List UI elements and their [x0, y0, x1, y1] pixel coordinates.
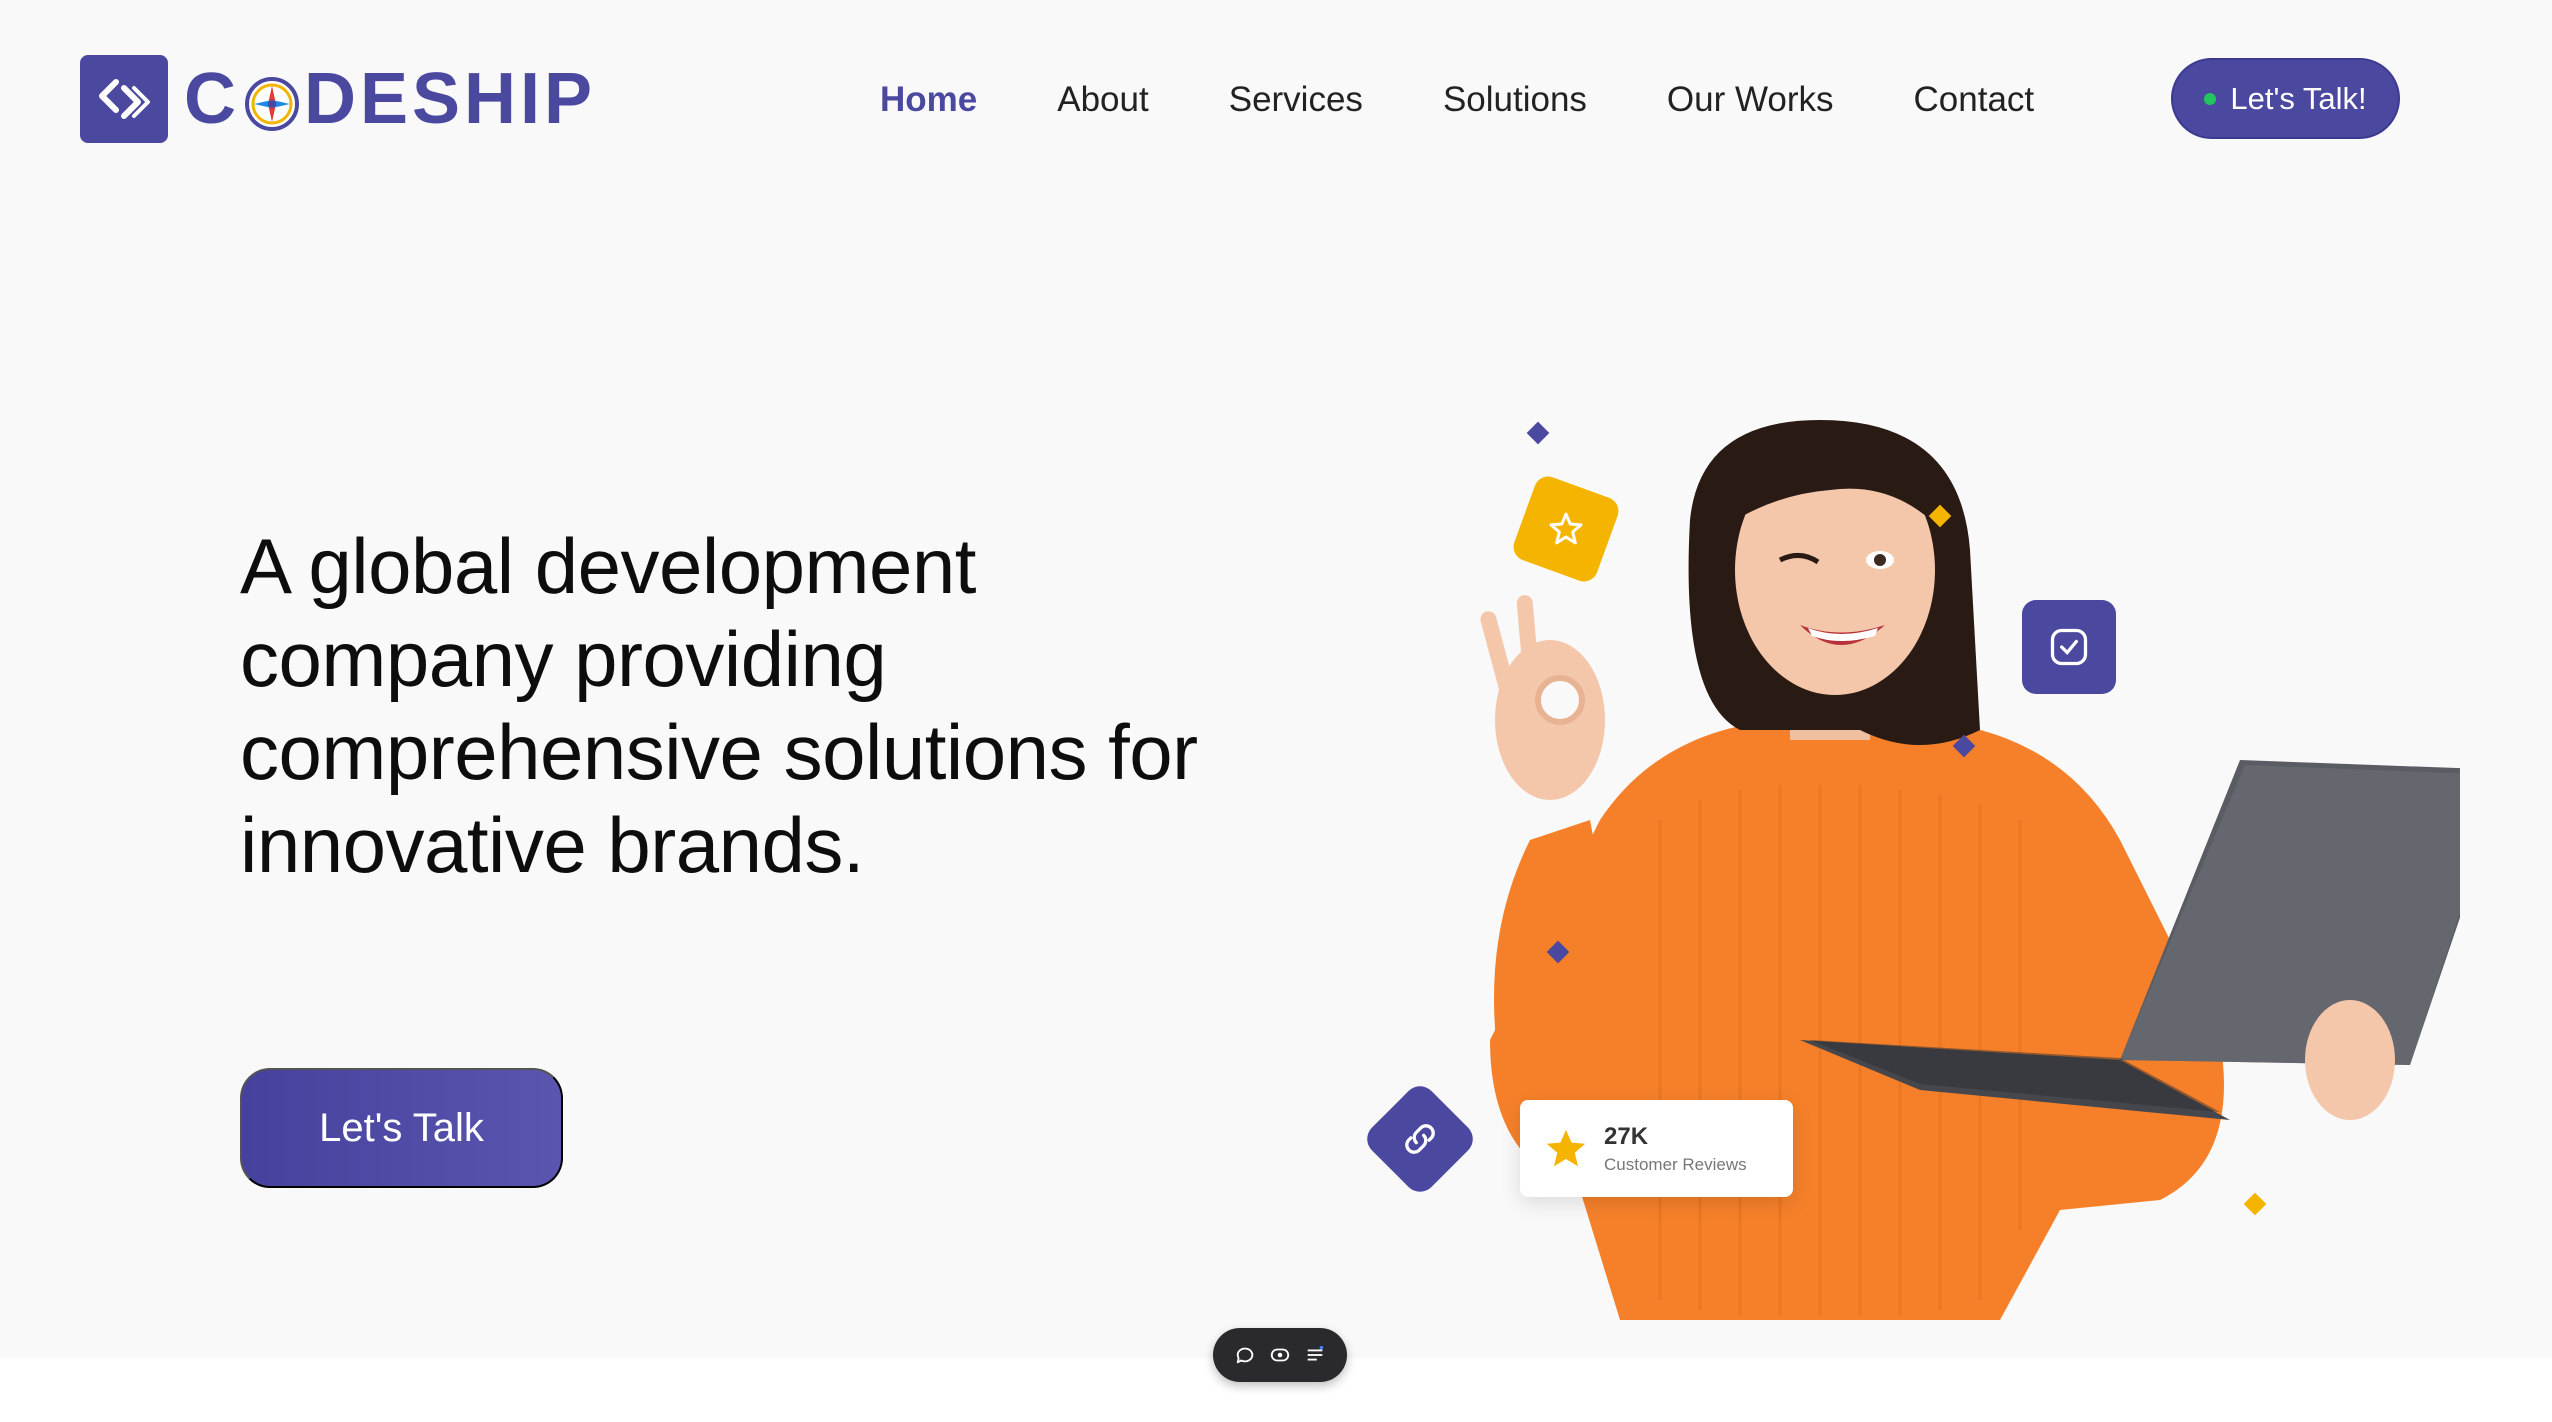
link-icon — [1398, 1117, 1442, 1161]
lets-talk-header-button[interactable]: Let's Talk! — [2171, 58, 2400, 139]
star-icon — [1546, 509, 1586, 549]
online-status-dot — [2204, 92, 2217, 105]
nav-item-our-works[interactable]: Our Works — [1667, 80, 1834, 120]
logo-arrows-icon — [80, 55, 168, 143]
main-nav: Home About Services Solutions Our Works … — [880, 70, 2114, 130]
hero-illustration: 27K Customer Reviews — [1360, 400, 2460, 1320]
hero-title: A global development company providing c… — [240, 522, 1198, 889]
nav-item-contact[interactable]: Contact — [1914, 80, 2035, 120]
reviews-label: Customer Reviews — [1604, 1154, 1747, 1174]
reviews-text: 27K Customer Reviews — [1604, 1123, 1747, 1175]
nav-item-services[interactable]: Services — [1229, 80, 1363, 120]
nav-item-about[interactable]: About — [1057, 80, 1148, 120]
lets-talk-header-label: Let's Talk! — [2230, 80, 2367, 116]
site-header: C DESHIP Home About Services Solutions O… — [0, 0, 2552, 200]
logo-text-prefix: C — [184, 59, 240, 139]
customer-reviews-card: 27K Customer Reviews — [1520, 1100, 1793, 1197]
rating-star-icon — [1542, 1125, 1590, 1173]
checkbox-icon — [2047, 625, 2091, 669]
logo-text-suffix: DESHIP — [304, 59, 597, 139]
logo-wordmark: C DESHIP — [184, 58, 596, 140]
eye-icon[interactable] — [1269, 1344, 1291, 1366]
floating-toolbar — [1213, 1328, 1347, 1382]
nav-item-solutions[interactable]: Solutions — [1443, 80, 1587, 120]
list-icon[interactable] — [1304, 1344, 1326, 1366]
compass-icon — [242, 69, 302, 131]
reviews-count: 27K — [1604, 1122, 1649, 1150]
logo[interactable]: C DESHIP — [80, 55, 596, 143]
lets-talk-hero-button[interactable]: Let's Talk — [240, 1068, 563, 1188]
nav-item-home[interactable]: Home — [880, 80, 977, 120]
chat-icon[interactable] — [1234, 1344, 1256, 1366]
checkbox-badge — [2022, 600, 2116, 694]
lets-talk-hero-label: Let's Talk — [319, 1105, 484, 1150]
